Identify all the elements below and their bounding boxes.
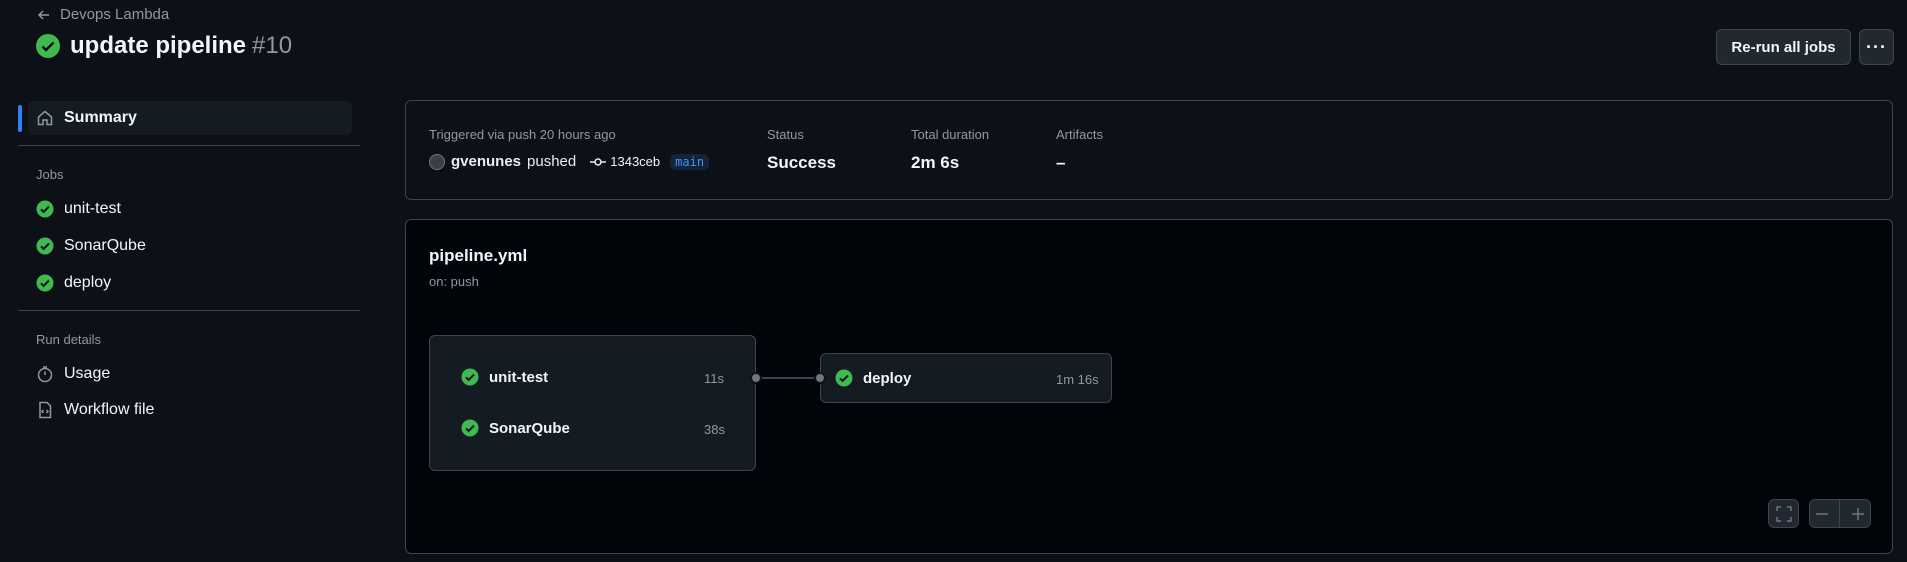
duration-label: Total duration [911,127,990,142]
avatar[interactable] [429,153,445,170]
sidebar-item-label: Summary [64,109,137,126]
job-duration: 1m 16s [1056,372,1099,387]
job-duration: 11s [704,371,724,386]
zoom-divider [1839,500,1841,527]
run-details-heading: Run details [36,332,102,347]
check-circle-icon [36,274,54,292]
sidebar-item-summary[interactable]: Summary [28,101,352,135]
home-icon [37,110,53,126]
workflow-filename[interactable]: pipeline.yml [429,246,527,266]
sidebar-item-label: Usage [64,365,111,382]
status-value: Success [767,153,836,172]
sidebar-item-deploy[interactable]: deploy [28,266,352,300]
actor-link[interactable]: gvenunes [451,153,521,170]
sidebar-item-label: unit-test [64,200,121,217]
check-circle-icon [36,237,54,255]
status-label: Status [767,127,804,142]
sidebar-item-usage[interactable]: Usage [28,357,352,391]
zoom-in-icon[interactable] [1851,507,1865,521]
check-circle-icon [36,34,60,58]
zoom-controls [1809,499,1871,528]
fullscreen-button[interactable] [1768,499,1799,528]
trigger-details: gvenunes pushed 1343ceb main [429,153,710,170]
zoom-out-icon[interactable] [1815,507,1829,521]
artifacts-value: – [1056,153,1066,172]
back-link[interactable]: Devops Lambda [36,6,169,23]
active-indicator [18,105,22,132]
more-options-button[interactable]: ··· [1859,29,1894,65]
sidebar-divider [18,145,360,146]
sidebar-item-label: SonarQube [64,237,146,254]
job-name: unit-test [489,368,549,386]
arrow-left-icon [37,9,49,20]
sidebar-divider [18,310,360,311]
job-name: deploy [863,369,912,387]
job-sonarqube[interactable]: SonarQube [461,419,570,437]
fullscreen-icon [1775,505,1792,522]
connector-end-dot [814,372,826,384]
job-connector [756,377,820,379]
run-number: #10 [252,32,293,59]
stopwatch-icon [37,366,53,383]
commit-link[interactable]: 1343ceb [590,154,660,169]
job-duration: 38s [704,422,725,437]
duration-value: 2m 6s [911,153,960,172]
sidebar-item-workflow-file[interactable]: Workflow file [28,393,352,427]
run-title: update pipeline [70,32,247,59]
job-deploy[interactable]: deploy [835,369,911,387]
sidebar-item-label: Workflow file [64,401,155,418]
check-circle-icon [36,200,54,218]
job-group [429,335,756,471]
sidebar-item-unit-test[interactable]: unit-test [28,192,352,226]
action-text: pushed [527,153,577,170]
jobs-heading: Jobs [36,167,64,182]
branch-badge[interactable]: main [670,153,710,170]
check-circle-icon [835,369,853,387]
page-title: update pipeline #10 [36,32,292,60]
back-link-label: Devops Lambda [60,6,170,23]
commit-sha: 1343ceb [610,154,661,169]
check-circle-icon [461,419,479,437]
commit-icon [590,157,607,166]
trigger-text: Triggered via push 20 hours ago [429,127,616,142]
check-circle-icon [461,368,479,386]
workflow-trigger: on: push [429,274,479,289]
rerun-all-jobs-button[interactable]: Re-run all jobs [1716,29,1851,65]
sidebar-item-label: deploy [64,274,112,291]
sidebar-item-sonarqube[interactable]: SonarQube [28,229,352,263]
file-code-icon [39,401,52,419]
job-unit-test[interactable]: unit-test [461,368,548,386]
job-name: SonarQube [489,419,570,437]
connector-start-dot [750,372,762,384]
artifacts-label: Artifacts [1056,127,1103,142]
summary-card [405,100,1893,200]
